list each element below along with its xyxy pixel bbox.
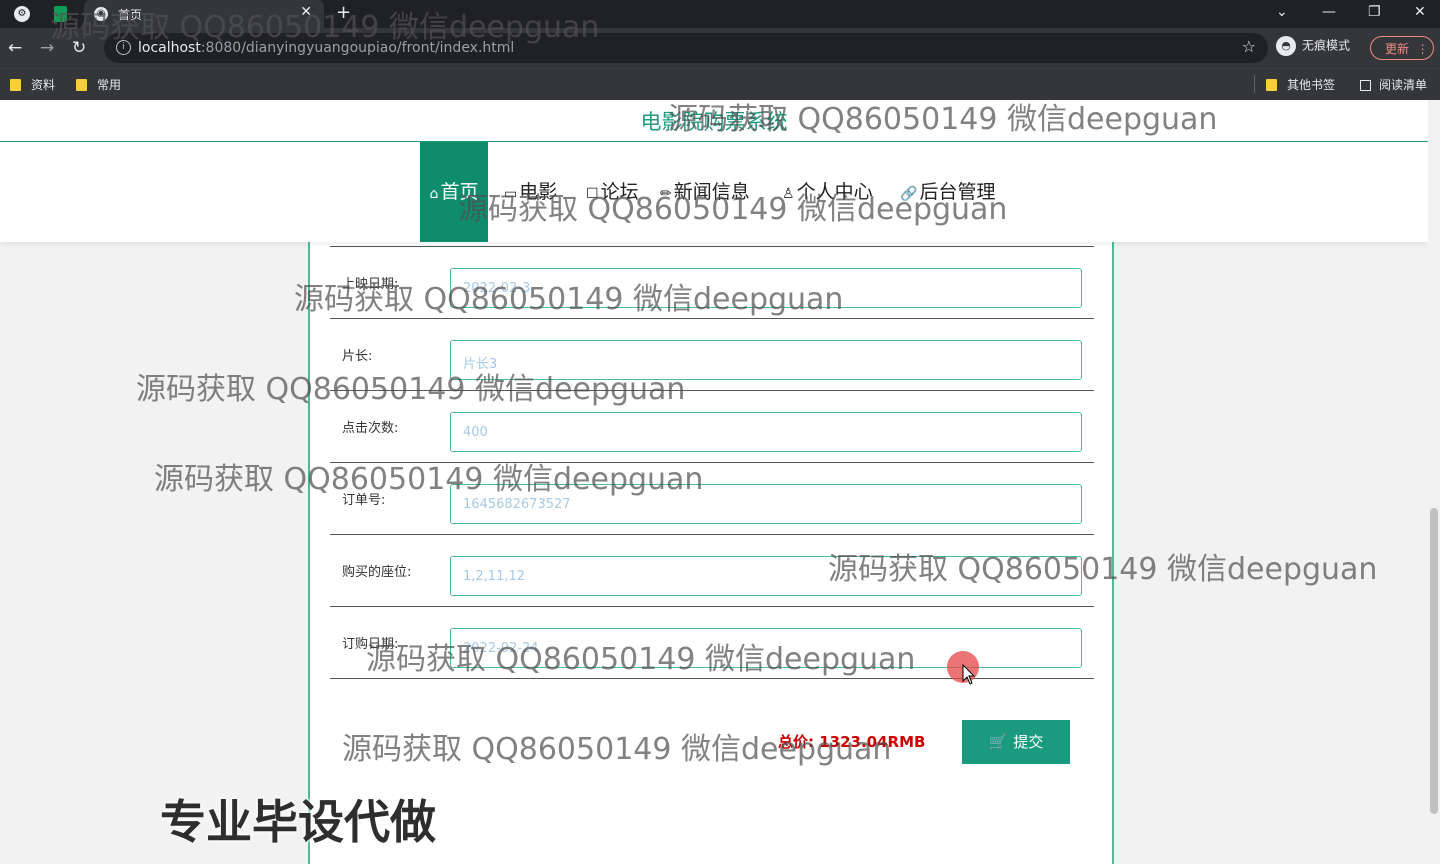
bookmark-folder-ziliao[interactable]: 资料: [10, 76, 55, 93]
field-label: 购买的座位:: [342, 565, 412, 580]
mouse-cursor-icon: [962, 664, 976, 685]
user-icon: ♙: [782, 186, 795, 202]
bookmarks-bar: 资料 常用 其他书签 阅读清单: [0, 68, 1440, 100]
forum-icon: ☐: [586, 186, 599, 202]
field-label: 片长:: [342, 349, 373, 364]
pencil-icon: ✏: [660, 186, 672, 202]
tab-search-icon[interactable]: ⌄: [1276, 4, 1288, 20]
scrollbar-thumb[interactable]: [1430, 508, 1438, 814]
promo-caption: 专业毕设代做: [160, 795, 436, 849]
nav-forum[interactable]: ☐ 论坛: [586, 142, 639, 242]
forward-icon[interactable]: →: [40, 38, 54, 58]
reload-icon[interactable]: ↻: [72, 38, 86, 58]
other-bookmarks[interactable]: 其他书签: [1266, 76, 1335, 93]
folder-icon: [1266, 79, 1277, 91]
nav-home[interactable]: ⌂ 首页: [420, 142, 488, 242]
total-price: 总价: 1323.04RMB: [778, 733, 926, 751]
form-row-order-date: 订购日期: 2022-02-24: [330, 606, 1094, 679]
site-title: 电影院购票系统: [640, 110, 788, 134]
nav-movies[interactable]: ▭ 电影: [504, 142, 557, 242]
nav-user-center[interactable]: ♙ 个人中心: [782, 142, 873, 242]
form-row-seats: 购买的座位: 1,2,11,12: [330, 534, 1094, 607]
duration-input[interactable]: 片长3: [450, 340, 1082, 380]
submit-button[interactable]: 🛒 提交: [962, 720, 1070, 764]
bookmark-star-icon[interactable]: ☆: [1242, 37, 1256, 56]
form-row-clicks: 点击次数: 400: [330, 390, 1094, 463]
sheets-app-icon[interactable]: [54, 6, 67, 22]
release-date-input[interactable]: 2022-02-3: [450, 268, 1082, 308]
close-window-icon[interactable]: ✕: [1414, 4, 1426, 20]
globe-icon: ◉: [94, 7, 108, 21]
browser-tab[interactable]: ◉ 首页 ✕: [84, 0, 324, 28]
browser-app-icon[interactable]: ⚙: [14, 6, 30, 22]
click-count-input[interactable]: 400: [450, 412, 1082, 452]
home-icon: ⌂: [429, 186, 439, 202]
new-tab-button[interactable]: +: [336, 2, 351, 23]
page-viewport: 上映日期: 2022-02-3 片长: 片长3 点击次数: 400 订单号: 1…: [0, 100, 1428, 864]
restore-icon[interactable]: ❐: [1368, 4, 1381, 20]
site-header: 电影院购票系统 ⌂ 首页 ▭ 电影 ☐ 论坛 ✏ 新闻信息 ♙ 个人中心 🔗 后台管理: [0, 100, 1428, 242]
site-info-icon[interactable]: i: [116, 40, 131, 55]
bookmarks-divider: [1254, 75, 1255, 93]
nav-news[interactable]: ✏ 新闻信息: [660, 142, 750, 242]
field-label: 上映日期:: [342, 277, 399, 292]
back-icon[interactable]: ←: [8, 38, 22, 58]
browser-toolbar: ← → ↻ i localhost:8080/dianyingyuangoupi…: [0, 28, 1440, 68]
form-row-release-date: 上映日期: 2022-02-3: [330, 246, 1094, 319]
tab-title: 首页: [118, 8, 143, 22]
field-label: 订单号:: [342, 493, 386, 508]
incognito-indicator[interactable]: ◓ 无痕模式: [1276, 36, 1350, 56]
link-icon: 🔗: [900, 186, 918, 202]
url-text: localhost:8080/dianyingyuangoupiao/front…: [138, 40, 515, 56]
film-icon: ▭: [504, 186, 518, 202]
cart-icon: 🛒: [988, 733, 1008, 751]
page-scrollbar[interactable]: [1428, 100, 1440, 864]
bookmark-folder-changyong[interactable]: 常用: [76, 76, 121, 93]
form-row-order-number: 订单号: 1645682673527: [330, 462, 1094, 535]
reading-list-icon: [1360, 80, 1371, 91]
order-date-input[interactable]: 2022-02-24: [450, 628, 1082, 668]
nav-admin[interactable]: 🔗 后台管理: [900, 142, 995, 242]
minimize-icon[interactable]: —: [1322, 4, 1336, 20]
field-label: 订购日期:: [342, 637, 399, 652]
address-bar[interactable]: i localhost:8080/dianyingyuangoupiao/fro…: [104, 33, 1268, 63]
incognito-icon: ◓: [1276, 36, 1296, 56]
close-tab-icon[interactable]: ✕: [300, 4, 312, 20]
reading-list[interactable]: 阅读清单: [1360, 76, 1427, 93]
browser-tab-bar: ⚙ ◉ 首页 ✕ + ⌄ — ❐ ✕: [0, 0, 1440, 28]
order-number-input[interactable]: 1645682673527: [450, 484, 1082, 524]
field-label: 点击次数:: [342, 421, 399, 436]
folder-icon: [76, 79, 87, 91]
folder-icon: [10, 79, 21, 91]
form-divider: [330, 678, 1094, 679]
seats-input[interactable]: 1,2,11,12: [450, 556, 1082, 596]
form-row-duration: 片长: 片长3: [330, 318, 1094, 391]
update-button[interactable]: 更新 ⋮: [1370, 36, 1434, 60]
